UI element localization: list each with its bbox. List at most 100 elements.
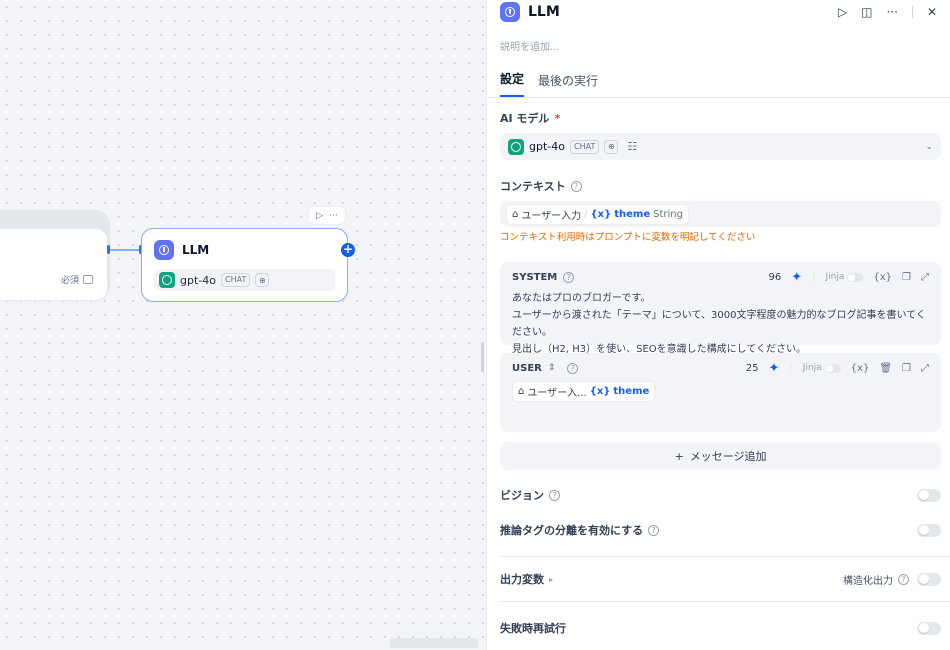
reasoning-tag-row: 推論タグの分離を有効にする ? xyxy=(487,520,950,540)
structured-output: 構造化出力 ? xyxy=(843,572,941,587)
system-role-label: SYSTEM xyxy=(512,271,558,283)
insert-variable-icon[interactable]: {x} xyxy=(873,272,892,283)
context-variable-chip[interactable]: ⌂ ユーザー入力 / {x} theme String xyxy=(506,203,689,225)
connection-edge[interactable] xyxy=(108,249,142,251)
chevron-down-icon: ⌄ xyxy=(925,141,933,152)
add-node-icon[interactable]: + xyxy=(341,243,355,257)
add-message-button[interactable]: + メッセージ追加 xyxy=(500,442,941,470)
structured-output-toggle[interactable] xyxy=(917,572,941,586)
file-icon xyxy=(83,275,93,284)
user-prompt-card[interactable]: USER ⇕ ? 25 ✦ | Jinja {x} 🗑 ❐ ⤢ ⌂ ユーザー入.… xyxy=(500,353,941,432)
ai-model-label: AI モデル * xyxy=(487,110,950,126)
chat-tag: CHAT xyxy=(220,273,251,287)
context-label-text: コンテキスト xyxy=(500,180,566,193)
reasoning-tag-toggle[interactable] xyxy=(917,523,941,537)
context-warning: コンテキスト利用時はプロンプトに変数を明記してください xyxy=(500,232,756,243)
required-indicator: 必須 xyxy=(61,273,93,286)
settings-sliders-icon[interactable]: ☷ xyxy=(627,140,637,153)
tab-settings[interactable]: 設定 xyxy=(500,70,525,97)
jinja-switch[interactable] xyxy=(824,363,841,373)
trash-icon[interactable]: 🗑 xyxy=(879,363,892,374)
retry-label: 失敗時再試行 xyxy=(500,622,566,635)
description-input[interactable]: 説明を追加... xyxy=(487,24,950,64)
variable-type: String xyxy=(653,208,683,220)
help-icon[interactable]: ? xyxy=(570,180,582,192)
variable-name: theme xyxy=(614,208,651,220)
run-icon[interactable]: ▷ xyxy=(838,5,847,19)
home-icon: ⌂ xyxy=(518,386,525,397)
jinja-switch[interactable] xyxy=(847,272,864,282)
required-label: 必須 xyxy=(60,276,79,286)
context-label: コンテキスト ? xyxy=(487,178,950,194)
jinja-label: Jinja xyxy=(825,272,845,282)
model-name: gpt-4o xyxy=(180,273,216,287)
help-icon[interactable]: ? xyxy=(549,489,560,501)
panel-tabs: 設定 最後の実行 xyxy=(487,64,950,98)
user-variable-chip[interactable]: ⌂ ユーザー入... {x} theme xyxy=(512,381,656,402)
llm-node-title: LLM xyxy=(182,243,210,257)
ai-model-label-text: AI モデル xyxy=(500,112,550,125)
jinja-toggle[interactable]: Jinja xyxy=(803,363,841,373)
llm-icon xyxy=(500,2,520,22)
output-handle[interactable] xyxy=(107,245,110,254)
panel-header: LLM ▷ ◫ ··· ✕ xyxy=(487,0,950,24)
openai-icon xyxy=(159,272,175,288)
retry-row: 失敗時再試行 xyxy=(487,618,950,638)
run-icon[interactable]: ▷ xyxy=(316,211,323,221)
insert-variable-icon[interactable]: {x} xyxy=(851,363,870,374)
node-toolbar: ▷ ··· xyxy=(308,206,346,225)
reasoning-tag-label: 推論タグの分離を有効にする xyxy=(500,524,644,537)
close-icon[interactable]: ✕ xyxy=(927,5,937,19)
help-icon[interactable]: ? xyxy=(567,362,579,374)
expand-icon[interactable]: ⤢ xyxy=(921,272,929,283)
system-prompt-card[interactable]: SYSTEM ? 96 ✦ | Jinja {x} ❐ ⤢ あなたはプロのブロガ… xyxy=(500,262,941,355)
horizontal-scrollbar[interactable] xyxy=(390,638,478,648)
help-icon[interactable]: ? xyxy=(648,524,660,536)
llm-node[interactable]: LLM gpt-4o CHAT ⊕ + xyxy=(141,228,355,302)
token-count: 96 xyxy=(768,271,782,283)
model-selector[interactable]: gpt-4o CHAT ⊕ ☷ ⌄ xyxy=(500,133,941,160)
more-icon[interactable]: ··· xyxy=(886,5,897,19)
panel-resize-handle[interactable] xyxy=(481,342,484,372)
context-variable-field[interactable]: ⌂ ユーザー入力 / {x} theme String xyxy=(500,201,941,227)
vision-label: ビジョン xyxy=(500,489,544,502)
help-icon[interactable]: ? xyxy=(563,271,575,283)
required-mark: * xyxy=(554,111,561,125)
home-icon: ⌂ xyxy=(512,208,519,220)
divider xyxy=(911,6,913,18)
token-count: 25 xyxy=(745,362,759,374)
model-name: gpt-4o xyxy=(529,140,565,153)
output-variables-row[interactable]: 出力変数 ▸ 構造化出力 ? xyxy=(487,569,950,589)
add-message-label: メッセージ追加 xyxy=(689,450,767,463)
panel-title[interactable]: LLM xyxy=(528,4,560,20)
sparkle-icon[interactable]: ✦ xyxy=(791,270,802,285)
retry-toggle[interactable] xyxy=(917,621,941,635)
workflow-canvas[interactable]: 必須 ▷ ··· LLM gpt-4o CHAT ⊕ + xyxy=(0,0,486,650)
previous-node[interactable]: 必須 xyxy=(0,228,108,301)
variable-icon: {x} xyxy=(589,386,611,397)
user-role-label[interactable]: USER xyxy=(512,363,542,374)
more-icon[interactable]: ··· xyxy=(329,211,338,221)
caret-right-icon[interactable]: ▸ xyxy=(549,575,553,584)
openai-icon xyxy=(508,138,524,155)
copy-icon[interactable]: ❐ xyxy=(902,363,911,374)
vision-toggle[interactable] xyxy=(917,488,941,502)
vision-row: ビジョン ? xyxy=(487,485,950,505)
jinja-toggle[interactable]: Jinja xyxy=(826,272,864,282)
output-variables-label[interactable]: 出力変数 xyxy=(500,571,544,587)
variable-source: ユーザー入力 xyxy=(521,210,582,222)
book-icon[interactable]: ◫ xyxy=(861,5,872,19)
chip-separator: / xyxy=(584,208,588,220)
expand-icon[interactable]: ⤢ xyxy=(921,363,929,374)
copy-icon[interactable]: ❐ xyxy=(902,272,911,283)
divider: | xyxy=(789,362,793,374)
help-icon[interactable]: ? xyxy=(898,573,909,585)
sparkle-icon[interactable]: ✦ xyxy=(769,361,780,376)
vision-icon: ⊕ xyxy=(604,139,619,154)
swap-icon[interactable]: ⇕ xyxy=(548,363,556,373)
divider: | xyxy=(812,271,816,283)
plus-icon: + xyxy=(674,449,684,463)
llm-node-model: gpt-4o CHAT ⊕ xyxy=(154,269,335,291)
jinja-label: Jinja xyxy=(802,363,822,373)
tab-last-run[interactable]: 最後の実行 xyxy=(538,72,598,97)
